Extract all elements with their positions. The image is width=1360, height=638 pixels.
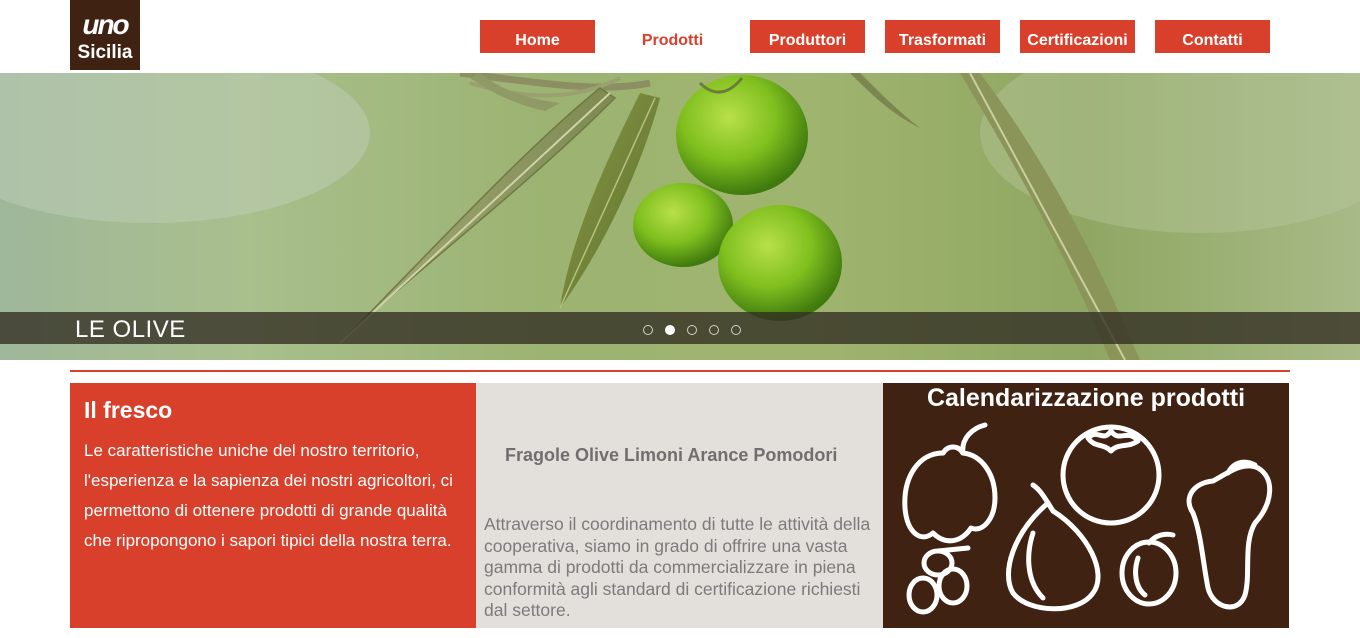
nav-prodotti-label: Prodotti (641, 32, 704, 49)
products-list: Fragole Olive Limoni Arance Pomodori (505, 445, 838, 465)
products-description: Attraverso il coordinamento di tutte le … (484, 514, 871, 620)
nav-certificazioni[interactable]: Certificazioni (1020, 20, 1135, 53)
nav-home[interactable]: Home (480, 20, 595, 53)
svg-text:Sicilia: Sicilia (78, 42, 133, 63)
logo[interactable]: uno Sicilia (70, 0, 140, 70)
nav-home-label: Home (515, 32, 560, 49)
slide-dot[interactable] (709, 325, 719, 335)
nav-prodotti[interactable]: Prodotti (615, 20, 730, 53)
hero-slider[interactable]: LE OLIVE (0, 73, 1360, 360)
site-header: uno Sicilia Home Prodotti Produttori Tra… (0, 0, 1360, 73)
section-divider (70, 370, 1290, 372)
nav-produttori[interactable]: Produttori (750, 20, 865, 53)
nav-contatti-label: Contatti (1182, 32, 1243, 49)
fresco-panel: Il fresco Le caratteristiche uniche del … (70, 383, 476, 628)
fresco-text: Le caratteristiche uniche del nostro ter… (84, 441, 453, 550)
nav-certificazioni-label: Certificazioni (1027, 32, 1128, 49)
slider-pagination (643, 325, 741, 335)
fresco-title: Il fresco (84, 397, 173, 423)
slide-dot-active[interactable] (665, 325, 675, 335)
logo-mark-icon: uno Sicilia (78, 9, 133, 63)
nav-produttori-label: Produttori (768, 32, 847, 49)
nav-contatti[interactable]: Contatti (1155, 20, 1270, 53)
products-panel: Fragole Olive Limoni Arance Pomodori Att… (476, 383, 883, 628)
nav-trasformati[interactable]: Trasformati (885, 20, 1000, 53)
slide-dot[interactable] (687, 325, 697, 335)
calendar-panel[interactable]: Calendarizzazione prodotti (883, 383, 1289, 628)
nav-trasformati-label: Trasformati (898, 32, 987, 49)
svg-text:uno: uno (82, 9, 129, 40)
vegetables-illustration (902, 422, 1273, 615)
slide-dot[interactable] (731, 325, 741, 335)
slide-caption: LE OLIVE (75, 316, 186, 343)
slide-dot[interactable] (643, 325, 653, 335)
